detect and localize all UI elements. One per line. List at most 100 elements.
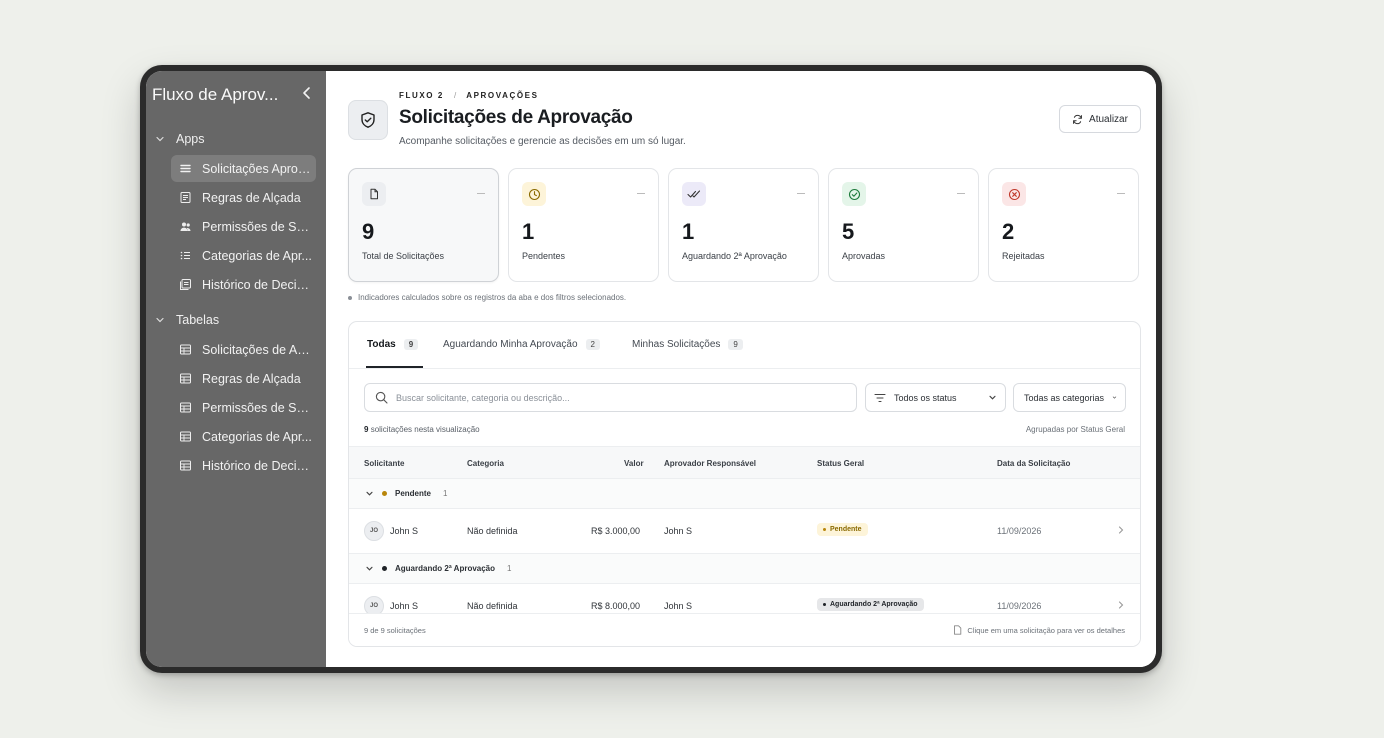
status-filter-select[interactable]: Todos os status	[865, 383, 1006, 412]
stat-label: Aguardando 2ª Aprovação	[682, 251, 787, 261]
table-row[interactable]: JO John S Não definida R$ 3.000,00 John …	[349, 509, 1140, 554]
results-count: 9 solicitações nesta visualização	[364, 425, 480, 434]
cell-requester: John S	[390, 601, 419, 611]
shield-check-icon	[361, 112, 375, 128]
table-icon	[180, 344, 191, 355]
cell-date: 11/09/2026	[997, 526, 1042, 536]
column-header[interactable]: Categoria	[467, 459, 504, 468]
chevron-down-icon	[1112, 396, 1117, 399]
sidebar-item-tabela-regras[interactable]: Regras de Alçada	[171, 365, 316, 392]
sidebar-section-label: Tabelas	[176, 313, 220, 327]
sidebar-item-tabela-solicitacoes[interactable]: Solicitações de Ap...	[171, 336, 316, 363]
file-icon	[954, 625, 962, 635]
column-header[interactable]: Solicitante	[364, 459, 404, 468]
sidebar-item-label: Histórico de Decis...	[202, 458, 312, 473]
users-icon	[180, 222, 191, 231]
group-count: 1	[443, 489, 448, 498]
category-filter-select[interactable]: Todas as categorias	[1013, 383, 1126, 412]
card-menu-dash	[637, 193, 645, 194]
stat-value: 2	[1002, 219, 1015, 244]
search-box[interactable]	[364, 383, 857, 412]
breadcrumb: FLUXO 2 / APROVAÇÕES	[399, 91, 539, 100]
stat-icon-box	[682, 182, 706, 206]
chevron-right-icon	[1118, 601, 1124, 609]
column-header[interactable]: Status Geral	[817, 459, 864, 468]
stats-note: Indicadores calculados sobre os registro…	[348, 293, 626, 302]
column-header[interactable]: Aprovador Responsável	[664, 459, 756, 468]
column-header[interactable]: Valor	[624, 459, 644, 468]
stat-label: Total de Solicitações	[362, 251, 445, 261]
tab-label: Minhas Solicitações	[632, 339, 721, 350]
search-input[interactable]	[396, 392, 836, 403]
sidebar-item-tabela-historico[interactable]: Histórico de Decis...	[171, 452, 316, 479]
table-icon	[180, 460, 191, 471]
sidebar-item-historico[interactable]: Histórico de Decis...	[171, 271, 316, 298]
table-icon	[180, 431, 191, 442]
app-title: Fluxo de Aprov...	[152, 85, 279, 104]
group-row-pendente[interactable]: Pendente 1	[349, 479, 1140, 509]
document-icon	[180, 192, 191, 203]
sidebar-item-label: Histórico de Decis...	[202, 277, 312, 292]
results-count-text: solicitações nesta visualização	[370, 425, 480, 434]
list-icon	[180, 164, 191, 173]
sidebar-item-label: Categorias de Apr...	[202, 248, 312, 263]
stat-value: 1	[682, 219, 695, 244]
list-numbered-icon	[180, 251, 190, 260]
tab-todas[interactable]: Todas 9	[367, 339, 419, 350]
stat-card-aprovadas[interactable]: 5 Aprovadas	[828, 168, 979, 282]
tab-bar: Todas 9 Aguardando Minha Aprovação 2 Min…	[349, 322, 1140, 369]
sidebar-item-label: Solicitações de Ap...	[202, 342, 312, 357]
breadcrumb-item[interactable]: FLUXO 2	[399, 91, 444, 100]
device-frame: Fluxo de Aprov... Apps Solicitações Apro…	[140, 65, 1162, 673]
stat-card-pendentes[interactable]: 1 Pendentes	[508, 168, 659, 282]
stat-card-aguardando[interactable]: 1 Aguardando 2ª Aprovação	[668, 168, 819, 282]
sidebar-item-regras-alcada[interactable]: Regras de Alçada	[171, 184, 316, 211]
note-text: Indicadores calculados sobre os registro…	[358, 293, 627, 302]
refresh-button[interactable]: Atualizar	[1059, 105, 1141, 133]
chevron-left-icon[interactable]	[299, 85, 315, 101]
group-row-aguardando[interactable]: Aguardando 2ª Aprovação 1	[349, 554, 1140, 584]
chevron-down-icon	[989, 395, 996, 400]
footer-hint-text: Clique em uma solicitação para ver os de…	[967, 625, 1125, 635]
cell-date: 11/09/2026	[997, 601, 1042, 611]
group-name: Aguardando 2ª Aprovação	[395, 564, 496, 573]
refresh-label: Atualizar	[1089, 113, 1128, 125]
sidebar-section-tabelas[interactable]: Tabelas	[154, 313, 219, 327]
cell-value: R$ 3.000,00	[591, 526, 641, 536]
card-menu-dash	[957, 193, 965, 194]
table-footer: 9 de 9 solicitações Clique em uma solici…	[349, 613, 1140, 646]
sidebar-item-solicitacoes-aprov[interactable]: Solicitações Aprov...	[171, 155, 316, 182]
sidebar-item-tabela-categorias[interactable]: Categorias de Apr...	[171, 423, 316, 450]
sidebar-item-tabela-permissoes[interactable]: Permissões de Sol...	[171, 394, 316, 421]
stat-value: 9	[362, 219, 375, 244]
page-title: Solicitações de Aprovação	[399, 107, 633, 128]
status-text: Aguardando 2ª Aprovação	[830, 601, 918, 608]
stat-value: 1	[522, 219, 535, 244]
clock-icon	[528, 188, 540, 200]
stat-card-total[interactable]: 9 Total de Solicitações	[348, 168, 499, 282]
note-dot	[348, 295, 352, 300]
tab-minhas-solicitacoes[interactable]: Minhas Solicitações 9	[632, 339, 743, 350]
group-status-dot	[382, 566, 387, 571]
check-circle-icon	[848, 188, 860, 200]
refresh-icon	[1073, 114, 1082, 124]
pagination-summary: 9 de 9 solicitações	[364, 626, 426, 635]
stat-card-rejeitadas[interactable]: 2 Rejeitadas	[988, 168, 1139, 282]
tab-label: Aguardando Minha Aprovação	[443, 339, 578, 350]
breadcrumb-separator: /	[453, 91, 457, 100]
group-name: Pendente	[395, 489, 432, 498]
chevron-down-icon	[156, 136, 164, 142]
group-count: 1	[507, 564, 512, 573]
sidebar-item-categorias[interactable]: Categorias de Apr...	[171, 242, 316, 269]
page-icon	[348, 100, 388, 140]
stat-label: Aprovadas	[842, 251, 886, 261]
tab-aguardando-minha-aprovacao[interactable]: Aguardando Minha Aprovação 2	[443, 339, 600, 350]
sidebar-item-permissoes[interactable]: Permissões de Sol...	[171, 213, 316, 240]
stat-icon-box	[522, 182, 546, 206]
sidebar-section-apps[interactable]: Apps	[154, 132, 205, 146]
chevron-down-icon	[366, 491, 373, 496]
column-header[interactable]: Data da Solicitação	[997, 459, 1070, 468]
stat-icon-box	[362, 182, 386, 206]
card-menu-dash	[1117, 193, 1125, 194]
table-icon	[180, 373, 191, 384]
